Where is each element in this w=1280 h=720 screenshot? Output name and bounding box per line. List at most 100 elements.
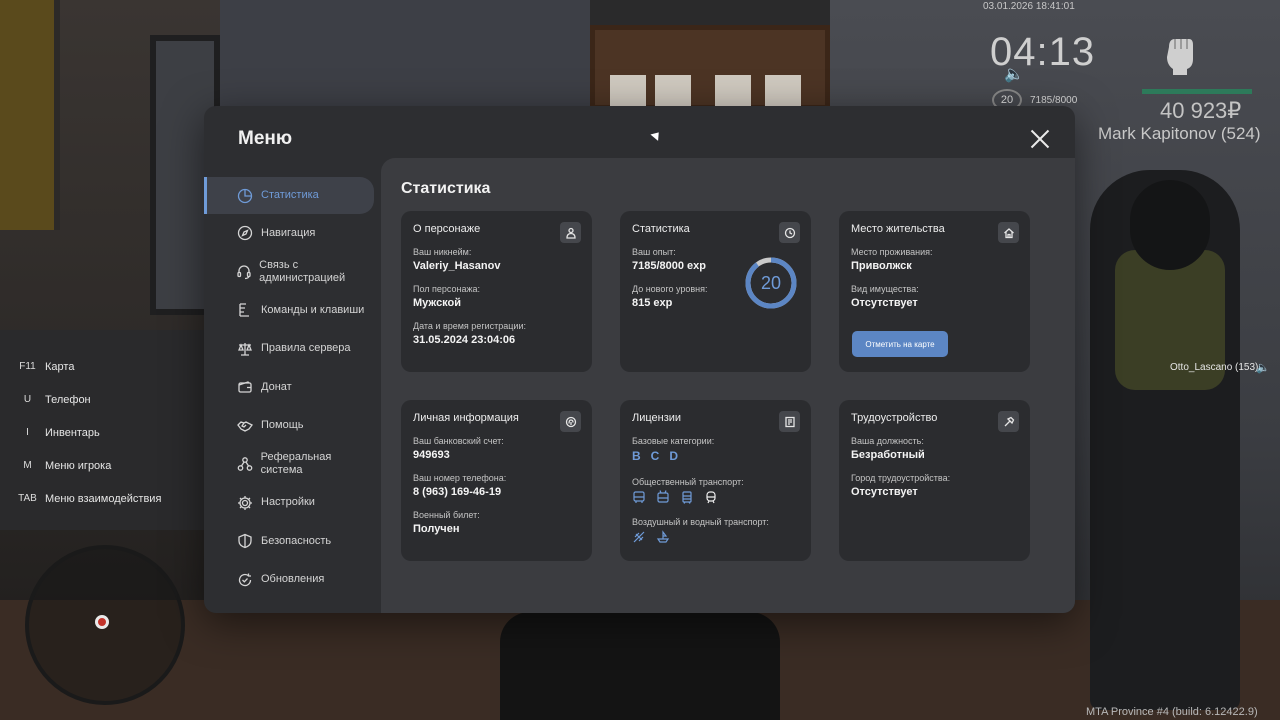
home-icon xyxy=(1003,227,1014,238)
sidebar-item-help[interactable]: Помощь xyxy=(204,407,374,446)
hotkey-list: F11 Карта U Телефон I Инвентарь M Меню и… xyxy=(10,350,161,515)
card-employment: Трудоустройство Ваша должность: Безработ… xyxy=(839,400,1030,561)
sidebar-item-label: Реферальная система xyxy=(260,451,332,477)
hotkey-inventory: I Инвентарь xyxy=(10,416,161,449)
field-label: Пол персонажа: xyxy=(413,284,481,294)
field-label: Ваш банковский счет: xyxy=(413,436,504,446)
field-label: Военный билет: xyxy=(413,510,480,520)
card-action-button[interactable] xyxy=(560,411,581,432)
sidebar-item-label: Настройки xyxy=(261,496,315,509)
sidebar-item-admin-contact[interactable]: Связь с администрацией xyxy=(204,253,374,292)
sidebar-item-label: Помощь xyxy=(261,419,304,432)
content-panel: Статистика О персонаже Ваш никнейм: Vale… xyxy=(381,158,1075,613)
public-transport-icons xyxy=(632,490,799,504)
keyboard-icon xyxy=(236,301,254,319)
sidebar-item-updates[interactable]: Обновления xyxy=(204,561,374,600)
boat-icon xyxy=(656,530,670,543)
mouse-cursor xyxy=(650,129,663,141)
hammer-icon xyxy=(1004,416,1014,426)
card-personal-info: Личная информация Ваш банковский счет: 9… xyxy=(401,400,592,561)
sidebar-item-label: Статистика xyxy=(261,189,319,201)
sidebar-item-label: Правила сервера xyxy=(261,342,351,355)
sidebar-item-label: Безопасность xyxy=(261,534,332,547)
field-label: Базовые категории: xyxy=(632,436,715,446)
field-label: Ваша должность: xyxy=(851,436,924,446)
field-label: Вид имущества: xyxy=(851,284,919,294)
trolleybus-icon xyxy=(657,490,669,503)
field-value: 8 (963) 169-46-19 xyxy=(413,486,502,498)
tram-icon xyxy=(682,491,692,504)
pie-chart-icon xyxy=(236,187,254,205)
license-category: D xyxy=(669,449,679,463)
menu-title: Меню xyxy=(238,128,293,149)
handshake-icon xyxy=(236,417,254,435)
field-label: Общественный транспорт: xyxy=(632,477,744,487)
card-licenses: Лицензии Базовые категории: B C D Общест… xyxy=(620,400,811,561)
background-player xyxy=(500,612,780,720)
bus-icon xyxy=(633,491,645,503)
card-title: Место жительства xyxy=(851,223,945,235)
card-action-button[interactable] xyxy=(779,222,800,243)
sidebar-item-security[interactable]: Безопасность xyxy=(204,522,374,561)
sidebar-item-label: Команды и клавиши xyxy=(261,303,365,316)
sidebar-item-settings[interactable]: Настройки xyxy=(204,484,374,523)
background-wall-center xyxy=(220,0,590,110)
field-value: Приволжск xyxy=(851,260,912,272)
field-value: 31.05.2024 23:04:06 xyxy=(413,334,516,346)
plane-icon xyxy=(633,531,645,543)
hotkey-map: F11 Карта xyxy=(10,350,161,383)
card-title: О персонаже xyxy=(413,223,481,235)
sidebar-item-navigation[interactable]: Навигация xyxy=(204,214,374,253)
card-residence: Место жительства Место проживания: Приво… xyxy=(839,211,1030,372)
close-button[interactable] xyxy=(1029,128,1051,150)
wallet-icon xyxy=(236,378,254,396)
card-action-button[interactable] xyxy=(560,222,581,243)
background-notice-board xyxy=(590,25,830,115)
background-window xyxy=(0,0,60,230)
hotkey-label: Меню взаимодействия xyxy=(45,492,162,505)
card-action-button[interactable] xyxy=(998,222,1019,243)
metro-icon xyxy=(706,491,716,504)
sidebar-item-referral[interactable]: Реферальная система xyxy=(204,445,374,484)
shield-icon xyxy=(236,532,254,550)
hotkey-key: TAB xyxy=(18,493,37,504)
sidebar-item-statistics[interactable]: Статистика xyxy=(204,177,374,214)
hud-player-name: Mark Kapitonov (524) xyxy=(1098,124,1261,143)
card-title: Лицензии xyxy=(632,412,682,424)
field-label: Город трудоустройства: xyxy=(851,473,951,483)
sidebar-item-rules[interactable]: Правила сервера xyxy=(204,330,374,369)
level-number: 20 xyxy=(760,273,782,293)
field-label: Воздушный и водный транспорт: xyxy=(632,517,769,527)
hotkey-key: I xyxy=(26,427,29,438)
hud-datetime: 03.01.2026 18:41:01 xyxy=(983,1,1075,12)
hotkey-player-menu: M Меню игрока xyxy=(10,449,161,482)
field-value: Отсутствует xyxy=(851,297,918,309)
field-label: Ваш номер телефона: xyxy=(413,473,507,483)
field-value: Отсутствует xyxy=(851,486,918,498)
health-bar xyxy=(1142,89,1252,94)
sidebar-item-commands[interactable]: Команды и клавиши xyxy=(204,291,374,330)
compass-icon xyxy=(236,224,254,242)
card-action-button[interactable] xyxy=(998,411,1019,432)
sidebar-item-label: Обновления xyxy=(261,573,325,586)
card-title: Личная информация xyxy=(413,412,519,424)
gear-icon xyxy=(236,494,254,512)
menu-window: Меню Статистика Навигация Связь с админи… xyxy=(204,106,1075,613)
hotkey-key: U xyxy=(23,394,32,405)
field-value: Получен xyxy=(413,523,460,535)
sidebar-item-label: Навигация xyxy=(261,226,316,239)
scales-icon xyxy=(236,340,254,358)
field-value: Valeriy_Hasanov xyxy=(413,260,501,272)
hotkey-label: Меню игрока xyxy=(45,459,112,472)
hud-money: 40 923₽ xyxy=(1160,98,1242,123)
license-category: B xyxy=(632,449,641,463)
mark-on-map-button[interactable]: Отметить на карте xyxy=(852,331,948,357)
sidebar-item-label: Донат xyxy=(261,380,292,393)
sidebar-item-donate[interactable]: Донат xyxy=(204,368,374,407)
card-action-button[interactable] xyxy=(779,411,800,432)
field-label: Дата и время регистрации: xyxy=(413,321,526,331)
page-title: Статистика xyxy=(401,180,491,197)
card-statistics: Статистика Ваш опыт: 7185/8000 exp До но… xyxy=(620,211,811,372)
minimap-marker xyxy=(95,615,109,629)
air-water-transport-icons xyxy=(632,530,799,544)
